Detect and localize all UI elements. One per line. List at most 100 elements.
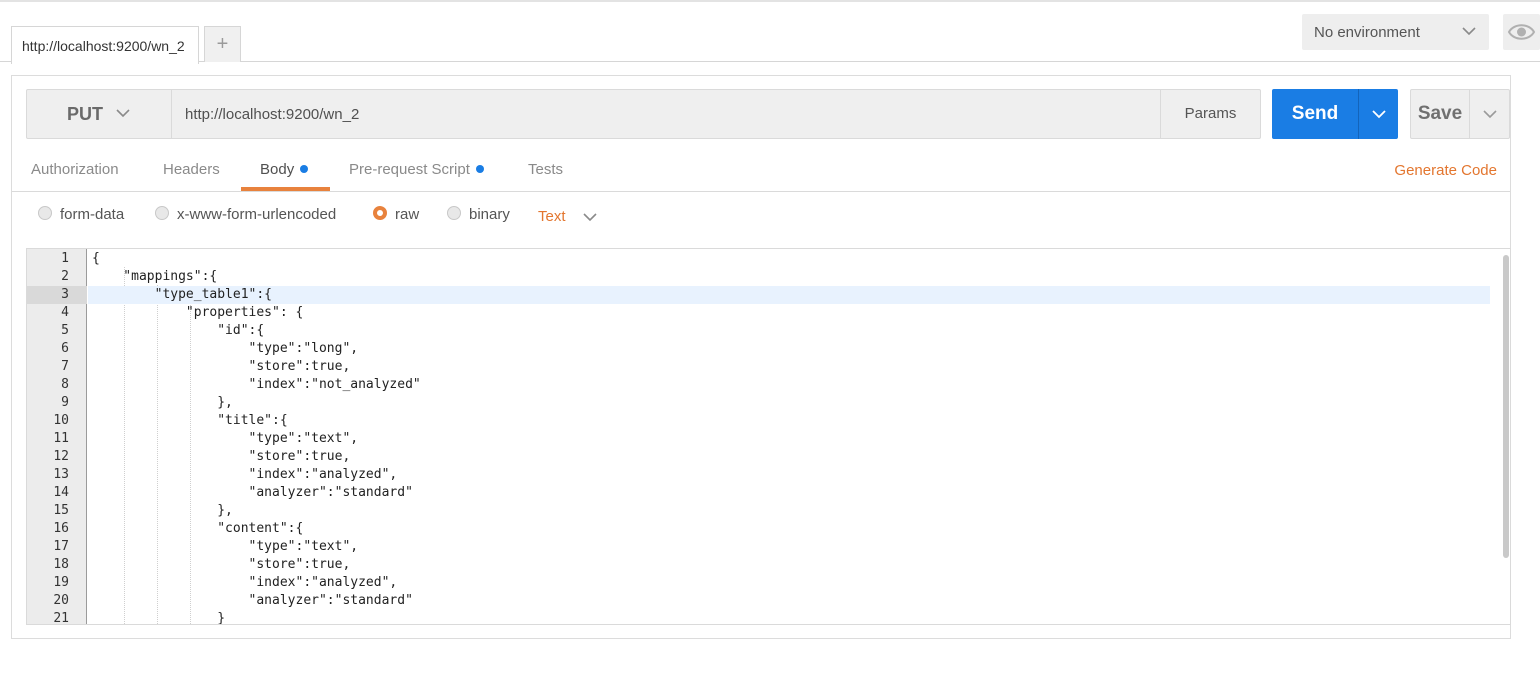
environment-select-label: No environment	[1314, 24, 1420, 41]
line-number: 5	[61, 323, 69, 338]
code-line-text: "properties": {	[92, 305, 304, 320]
generate-code-link[interactable]: Generate Code	[1394, 162, 1497, 179]
code-line[interactable]: 9 },	[27, 394, 1505, 412]
line-number: 10	[53, 413, 69, 428]
tab-headers-label: Headers	[163, 161, 220, 178]
send-options-button[interactable]	[1358, 89, 1398, 139]
line-number: 21	[53, 611, 69, 625]
line-number: 16	[53, 521, 69, 536]
code-line-text: "index":"not_analyzed"	[92, 377, 421, 392]
generate-code-label: Generate Code	[1394, 162, 1497, 179]
code-line-text: "store":true,	[92, 557, 351, 572]
plus-icon: +	[216, 33, 229, 55]
code-line[interactable]: 12 "store":true,	[27, 448, 1505, 466]
body-modified-dot	[300, 165, 309, 173]
code-line[interactable]: 13 "index":"analyzed",	[27, 466, 1505, 484]
code-line[interactable]: 1{	[27, 250, 1505, 268]
code-line[interactable]: 19 "index":"analyzed",	[27, 574, 1505, 592]
code-line[interactable]: 20 "analyzer":"standard"	[27, 592, 1505, 610]
code-line-text: }	[92, 611, 226, 625]
code-line[interactable]: 17 "type":"text",	[27, 538, 1505, 556]
line-number: 13	[53, 467, 69, 482]
code-editor[interactable]: 1{2 "mappings":{3 "type_table1":{4 "prop…	[26, 248, 1511, 625]
line-number: 8	[61, 377, 69, 392]
radio-binary-label: binary	[469, 206, 510, 223]
code-line-text: "index":"analyzed",	[92, 467, 398, 482]
url-input[interactable]	[173, 90, 1160, 138]
line-number: 20	[53, 593, 69, 608]
request-tab[interactable]: http://localhost:9200/wn_2	[11, 26, 199, 64]
radio-raw-label: raw	[395, 206, 420, 223]
line-number: 14	[53, 485, 69, 500]
radio-urlencoded[interactable]: x-www-form-urlencoded	[155, 206, 336, 223]
radio-circle-selected	[373, 206, 387, 220]
radio-form-data-label: form-data	[60, 206, 125, 223]
line-number: 3	[27, 286, 87, 304]
raw-format-select[interactable]: Text	[538, 208, 597, 225]
params-label: Params	[1184, 105, 1237, 122]
code-line-text: "store":true,	[92, 449, 351, 464]
tab-headers[interactable]: Headers	[163, 161, 220, 191]
save-button[interactable]: Save	[1410, 89, 1470, 139]
line-number: 9	[61, 395, 69, 410]
method-select[interactable]: PUT	[27, 90, 172, 138]
code-line[interactable]: 8 "index":"not_analyzed"	[27, 376, 1505, 394]
raw-format-label: Text	[538, 208, 566, 225]
radio-form-data[interactable]: form-data	[38, 206, 124, 223]
code-line-text: "title":{	[92, 413, 288, 428]
code-line[interactable]: 3 "type_table1":{	[27, 286, 1505, 304]
line-number: 17	[53, 539, 69, 554]
tab-authorization[interactable]: Authorization	[31, 161, 119, 191]
radio-urlencoded-label: x-www-form-urlencoded	[177, 206, 337, 223]
code-line[interactable]: 5 "id":{	[27, 322, 1505, 340]
code-line-text: "content":{	[92, 521, 304, 536]
environment-quick-look-button[interactable]	[1503, 14, 1540, 50]
body-type-selector: form-data x-www-form-urlencoded raw bina…	[12, 194, 1510, 238]
code-line-text: },	[92, 395, 233, 410]
line-number: 7	[61, 359, 69, 374]
chevron-down-icon	[1462, 27, 1476, 36]
code-line[interactable]: 11 "type":"text",	[27, 430, 1505, 448]
params-button[interactable]: Params	[1160, 90, 1260, 138]
line-number: 2	[61, 269, 69, 284]
code-line[interactable]: 21 }	[27, 610, 1505, 625]
tab-prerequest-script[interactable]: Pre-request Script	[349, 161, 484, 191]
code-line-text: "index":"analyzed",	[92, 575, 398, 590]
code-line[interactable]: 6 "type":"long",	[27, 340, 1505, 358]
tab-tests[interactable]: Tests	[528, 161, 563, 191]
line-number: 18	[53, 557, 69, 572]
code-line-text: "store":true,	[92, 359, 351, 374]
code-line-text: "type":"long",	[92, 341, 359, 356]
prerequest-modified-dot	[475, 165, 484, 173]
code-line[interactable]: 2 "mappings":{	[27, 268, 1505, 286]
code-line[interactable]: 15 },	[27, 502, 1505, 520]
line-number: 6	[61, 341, 69, 356]
radio-circle	[38, 206, 52, 220]
code-line[interactable]: 4 "properties": {	[27, 304, 1505, 322]
code-line-text: "mappings":{	[92, 269, 218, 284]
url-bar: PUT Params	[26, 89, 1261, 139]
code-line[interactable]: 14 "analyzer":"standard"	[27, 484, 1505, 502]
radio-raw[interactable]: raw	[373, 206, 419, 223]
radio-binary[interactable]: binary	[447, 206, 510, 223]
radio-circle	[155, 206, 169, 220]
request-subtabs: Authorization Headers Body Pre-request S…	[12, 154, 1510, 192]
tab-body-label: Body	[260, 161, 295, 178]
line-number: 1	[61, 251, 69, 266]
radio-circle	[447, 206, 461, 220]
code-line[interactable]: 10 "title":{	[27, 412, 1505, 430]
environment-select[interactable]: No environment	[1302, 14, 1489, 50]
line-number: 15	[53, 503, 69, 518]
code-line[interactable]: 16 "content":{	[27, 520, 1505, 538]
code-line[interactable]: 7 "store":true,	[27, 358, 1505, 376]
code-line-text: {	[92, 251, 100, 266]
line-number: 12	[53, 449, 69, 464]
top-tab-bar: http://localhost:9200/wn_2 + No environm…	[0, 0, 1540, 64]
code-line-text: "analyzer":"standard"	[92, 485, 413, 500]
code-line[interactable]: 18 "store":true,	[27, 556, 1505, 574]
add-tab-button[interactable]: +	[204, 26, 241, 62]
chevron-down-icon	[1372, 110, 1386, 119]
tab-prerequest-label: Pre-request Script	[349, 161, 470, 178]
send-button[interactable]: Send	[1272, 89, 1358, 139]
save-options-button[interactable]	[1470, 89, 1510, 139]
